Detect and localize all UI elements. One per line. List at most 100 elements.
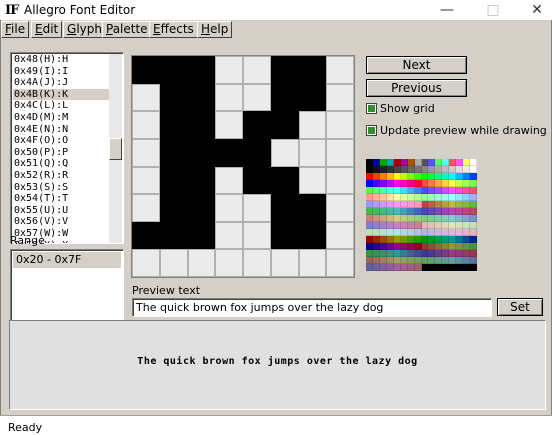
scrollbar-thumb[interactable] [109, 138, 122, 160]
palette-swatch[interactable] [393, 159, 401, 166]
palette-swatch[interactable] [393, 173, 401, 180]
palette-swatch[interactable] [449, 187, 457, 194]
palette-swatch[interactable] [379, 257, 387, 264]
palette-swatch[interactable] [372, 243, 380, 250]
palette-swatch[interactable] [379, 264, 387, 271]
glyph-pixel[interactable] [270, 194, 299, 222]
palette-swatch[interactable] [428, 180, 436, 187]
palette-swatch[interactable] [407, 250, 415, 257]
glyph-list-item[interactable]: 0x55(U):U [13, 205, 109, 217]
palette-swatch[interactable] [428, 229, 436, 236]
palette-swatch[interactable] [379, 159, 387, 166]
palette-swatch[interactable] [428, 236, 436, 243]
palette-swatch[interactable] [456, 215, 464, 222]
palette-swatch[interactable] [386, 229, 394, 236]
palette-swatch[interactable] [414, 236, 422, 243]
glyph-list-item[interactable]: 0x4E(N):N [13, 124, 109, 136]
palette-swatch[interactable] [379, 187, 387, 194]
palette-swatch[interactable] [414, 222, 422, 229]
glyph-pixel[interactable] [298, 249, 327, 277]
palette-swatch[interactable] [442, 187, 450, 194]
palette-swatch[interactable] [386, 173, 394, 180]
palette-swatch[interactable] [379, 243, 387, 250]
next-button[interactable]: Next [366, 56, 467, 74]
palette-swatch[interactable] [428, 159, 436, 166]
palette-swatch[interactable] [456, 264, 464, 271]
palette-swatch[interactable] [435, 201, 443, 208]
glyph-list-scrollbar[interactable] [109, 54, 122, 243]
glyph-list-item[interactable]: 0x49(I):I [13, 66, 109, 78]
palette-swatch[interactable] [414, 180, 422, 187]
palette-swatch[interactable] [414, 194, 422, 201]
palette-swatch[interactable] [470, 166, 477, 173]
palette-swatch[interactable] [407, 264, 415, 271]
palette-swatch[interactable] [470, 173, 477, 180]
palette-swatch[interactable] [463, 222, 471, 229]
palette-swatch[interactable] [400, 187, 408, 194]
palette-swatch[interactable] [386, 208, 394, 215]
palette-swatch[interactable] [421, 229, 429, 236]
palette-swatch[interactable] [372, 180, 380, 187]
palette-swatch[interactable] [463, 201, 471, 208]
palette-swatch[interactable] [393, 257, 401, 264]
palette-swatch[interactable] [393, 222, 401, 229]
palette-swatch[interactable] [421, 173, 429, 180]
glyph-pixel[interactable] [326, 111, 354, 139]
palette-swatch[interactable] [435, 222, 443, 229]
glyph-pixel[interactable] [159, 138, 188, 167]
glyph-pixel[interactable] [215, 194, 243, 222]
glyph-pixel[interactable] [326, 56, 354, 84]
palette-swatch[interactable] [428, 250, 436, 257]
palette-swatch[interactable] [449, 257, 457, 264]
glyph-pixel[interactable] [298, 83, 327, 112]
menu-file[interactable]: File [1, 21, 30, 38]
set-button[interactable]: Set [497, 298, 543, 316]
palette-swatch[interactable] [407, 222, 415, 229]
glyph-pixel[interactable] [159, 194, 188, 222]
glyph-pixel[interactable] [270, 249, 299, 277]
update-preview-checkbox[interactable]: Update preview while drawing [366, 124, 547, 137]
palette-swatch[interactable] [435, 180, 443, 187]
glyph-pixel[interactable] [326, 221, 354, 250]
palette-swatch[interactable] [449, 229, 457, 236]
glyph-pixel[interactable] [215, 56, 243, 84]
glyph-pixel[interactable] [132, 194, 160, 222]
palette-swatch[interactable] [386, 243, 394, 250]
palette-swatch[interactable] [366, 215, 373, 222]
palette-swatch[interactable] [400, 250, 408, 257]
palette-swatch[interactable] [386, 194, 394, 201]
glyph-pixel[interactable] [187, 194, 216, 222]
palette-swatch[interactable] [379, 215, 387, 222]
palette-swatch[interactable] [372, 173, 380, 180]
palette-swatch[interactable] [449, 201, 457, 208]
palette-swatch[interactable] [435, 166, 443, 173]
glyph-pixel[interactable] [326, 249, 354, 277]
palette-swatch[interactable] [449, 222, 457, 229]
palette-swatch[interactable] [428, 194, 436, 201]
glyph-pixel[interactable] [215, 83, 243, 112]
palette-swatch[interactable] [366, 229, 373, 236]
palette-swatch[interactable] [407, 243, 415, 250]
glyph-list-item[interactable]: 0x4D(M):M [13, 112, 109, 124]
palette-swatch[interactable] [366, 180, 373, 187]
palette-swatch[interactable] [400, 257, 408, 264]
glyph-pixel[interactable] [270, 221, 299, 250]
palette-swatch[interactable] [435, 215, 443, 222]
glyph-pixel[interactable] [132, 83, 160, 112]
palette-swatch[interactable] [428, 187, 436, 194]
palette-swatch[interactable] [463, 250, 471, 257]
palette-swatch[interactable] [470, 257, 477, 264]
palette-swatch[interactable] [421, 250, 429, 257]
previous-button[interactable]: Previous [366, 79, 467, 97]
glyph-pixel[interactable] [298, 56, 327, 84]
glyph-pixel[interactable] [270, 111, 299, 139]
palette-swatch[interactable] [421, 201, 429, 208]
palette-swatch[interactable] [463, 173, 471, 180]
palette-swatch[interactable] [400, 201, 408, 208]
menu-glyph[interactable]: Glyph [63, 21, 106, 38]
palette-swatch[interactable] [379, 201, 387, 208]
palette-swatch[interactable] [379, 229, 387, 236]
palette-swatch[interactable] [470, 201, 477, 208]
palette-swatch[interactable] [366, 208, 373, 215]
palette-swatch[interactable] [470, 180, 477, 187]
